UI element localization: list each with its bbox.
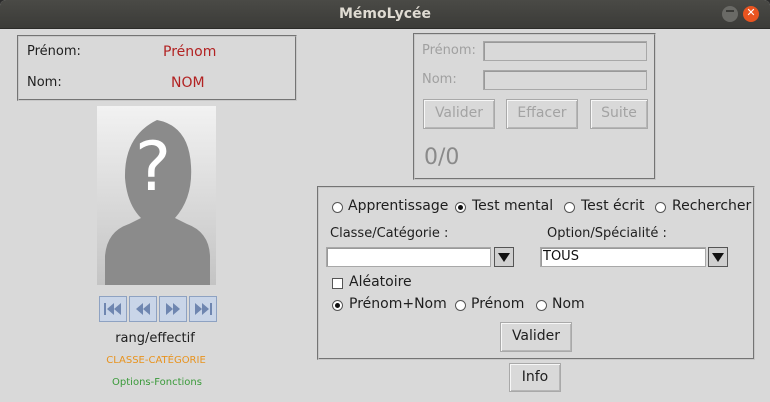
options-fonctions-label: Options-Fonctions <box>112 377 202 388</box>
settings-valider-button[interactable]: Valider <box>500 322 572 352</box>
test-suite-button[interactable]: Suite <box>590 99 648 129</box>
last-button[interactable] <box>189 296 217 322</box>
name-mode-label-prenom-nom: Prénom+Nom <box>349 296 447 312</box>
name-mode-radio-prenom-nom[interactable] <box>332 300 343 311</box>
next-button[interactable] <box>159 296 187 322</box>
next-icon <box>166 303 180 315</box>
classe-dropdown-button[interactable] <box>494 247 514 267</box>
mode-label-rechercher: Rechercher <box>672 198 752 214</box>
score-label: 0/0 <box>424 145 460 170</box>
info-button[interactable]: Info <box>509 363 561 392</box>
test-valider-button[interactable]: Valider <box>423 99 495 129</box>
rank-label: rang/effectif <box>115 331 195 346</box>
mode-radio-rechercher[interactable] <box>655 202 666 213</box>
first-icon <box>104 303 121 315</box>
classe-categorie-field-label: Classe/Catégorie : <box>330 226 449 241</box>
app-window: MémoLycée ✕ Prénom: Prénom Nom: NOM ? ra… <box>0 0 770 402</box>
option-dropdown-button[interactable] <box>708 247 728 267</box>
name-mode-label-prenom: Prénom <box>471 296 525 312</box>
previous-icon <box>136 303 150 315</box>
test-nom-input[interactable] <box>483 70 647 90</box>
settings-panel: Apprentissage Test mental Test écrit Rec… <box>317 186 755 360</box>
test-panel: Prénom: Nom: Valider Effacer Suite 0/0 <box>413 33 656 180</box>
mode-label-apprentissage: Apprentissage <box>348 198 449 214</box>
unknown-symbol: ? <box>135 128 172 207</box>
name-mode-label-nom: Nom <box>552 296 585 312</box>
student-photo: ? <box>97 106 216 285</box>
aleatoire-checkbox[interactable] <box>332 278 343 289</box>
prenom-value: Prénom <box>163 44 217 60</box>
option-specialite-select[interactable]: TOUS <box>540 247 706 267</box>
minimize-button[interactable] <box>722 6 738 22</box>
mode-label-test-ecrit: Test écrit <box>581 198 645 214</box>
classe-categorie-label: CLASSE-CATÉGORIE <box>106 355 206 366</box>
last-icon <box>195 303 212 315</box>
prenom-label: Prénom: <box>27 44 81 59</box>
option-specialite-value: TOUS <box>543 249 579 264</box>
nom-label: Nom: <box>27 75 62 90</box>
close-button[interactable]: ✕ <box>743 6 759 22</box>
previous-button[interactable] <box>129 296 157 322</box>
mode-radio-test-ecrit[interactable] <box>564 202 575 213</box>
aleatoire-label: Aléatoire <box>349 274 412 290</box>
classe-categorie-select[interactable] <box>326 247 491 267</box>
minimize-icon <box>726 10 734 12</box>
mode-radio-test-mental[interactable] <box>455 202 466 213</box>
test-prenom-input[interactable] <box>483 41 647 61</box>
test-effacer-button[interactable]: Effacer <box>506 99 578 129</box>
title-bar: MémoLycée ✕ <box>0 0 770 29</box>
identity-panel: Prénom: Prénom Nom: NOM <box>17 35 297 101</box>
close-icon: ✕ <box>746 6 756 19</box>
test-prenom-label: Prénom: <box>422 43 476 58</box>
name-mode-radio-nom[interactable] <box>536 300 547 311</box>
option-specialite-field-label: Option/Spécialité : <box>547 226 667 241</box>
mode-label-test-mental: Test mental <box>472 198 554 214</box>
first-button[interactable] <box>99 296 127 322</box>
test-nom-label: Nom: <box>422 72 457 87</box>
mode-radio-apprentissage[interactable] <box>332 202 343 213</box>
name-mode-radio-prenom[interactable] <box>455 300 466 311</box>
nom-value: NOM <box>171 75 205 91</box>
window-title: MémoLycée <box>338 6 432 22</box>
